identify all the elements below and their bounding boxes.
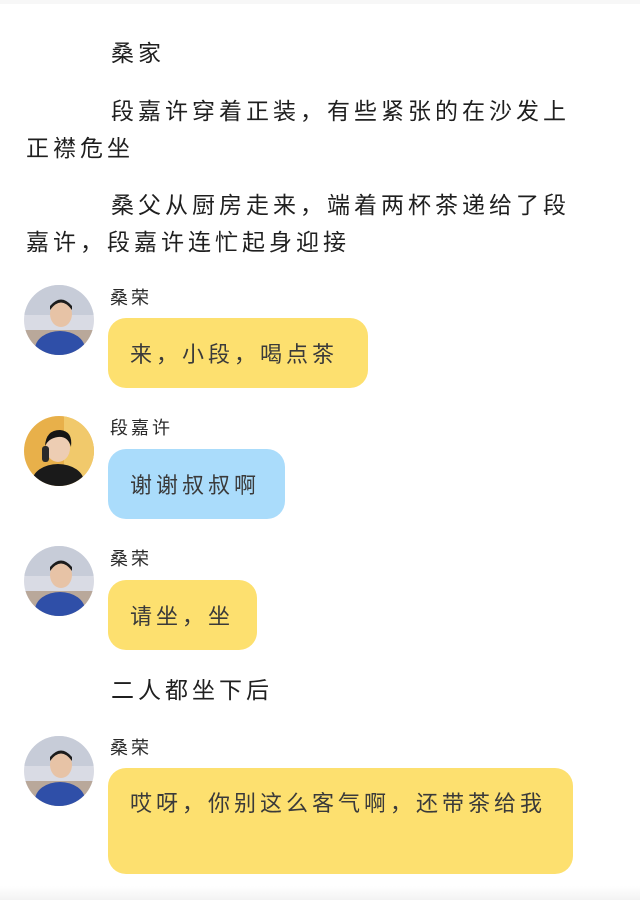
speaker-name: 段嘉许 — [110, 418, 173, 439]
message-bubble[interactable]: 谢谢叔叔啊 — [108, 449, 285, 519]
father-avatar[interactable] — [24, 736, 94, 806]
father-avatar[interactable] — [24, 546, 94, 616]
narration-line-2: 桑父从厨房走来，端着两杯茶递给了段嘉许，段嘉许连忙起身迎接 — [26, 193, 570, 256]
message-bubble[interactable]: 请坐，坐 — [108, 580, 257, 650]
scene-location: 桑家 — [111, 41, 165, 67]
speaker-name: 桑荣 — [110, 288, 152, 309]
message-bubble[interactable]: 哎呀，你别这么客气啊，还带茶给我 — [108, 768, 573, 874]
message-bubble[interactable]: 来，小段，喝点茶 — [108, 318, 368, 388]
father-avatar[interactable] — [24, 285, 94, 355]
duan-avatar[interactable] — [24, 416, 94, 486]
narration-line-1: 段嘉许穿着正装，有些紧张的在沙发上正襟危坐 — [26, 99, 570, 162]
narration-line-3: 二人都坐下后 — [111, 678, 273, 704]
bottom-edge — [0, 886, 640, 900]
speaker-name: 桑荣 — [110, 738, 152, 759]
top-edge — [0, 0, 640, 4]
speaker-name: 桑荣 — [110, 549, 152, 570]
